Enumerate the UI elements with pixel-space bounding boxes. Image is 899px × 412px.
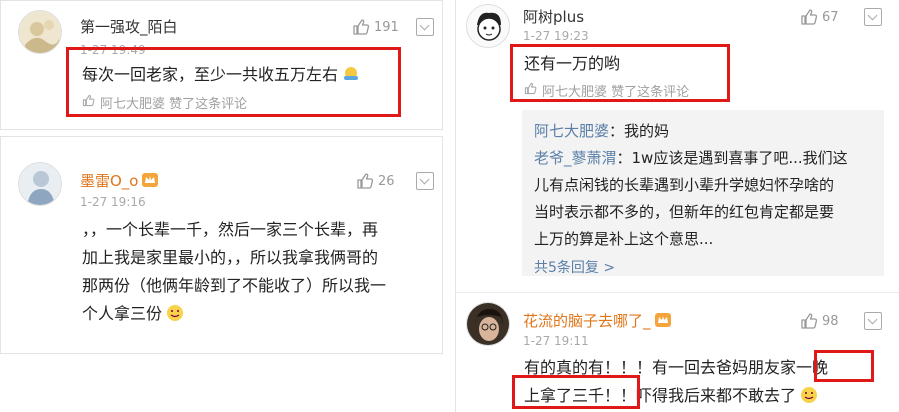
comment-username[interactable]: 墨雷O_o — [80, 170, 159, 191]
smile-emoji-icon — [166, 303, 184, 321]
avatar[interactable] — [18, 162, 62, 206]
comment-time: 1-27 19:16 — [80, 195, 146, 209]
thumbs-up-icon — [800, 312, 818, 330]
reply-item: 老爷_蓼萧渭：1w应该是遇到喜事了吧...我们这 — [534, 149, 848, 167]
emoji-icon — [342, 64, 360, 82]
comment-text: 还有一万的哟 — [524, 54, 621, 73]
comment-username[interactable]: 第一强攻_陌白 — [80, 16, 178, 37]
expand-menu-icon[interactable] — [864, 312, 882, 330]
thumbs-up-icon — [82, 94, 95, 111]
like-button[interactable]: 26 — [356, 172, 395, 190]
thumbs-up-icon — [524, 82, 537, 99]
thumbs-up-icon — [352, 18, 370, 36]
avatar[interactable] — [18, 10, 62, 54]
like-count: 191 — [374, 19, 399, 35]
reply-text-line: 当时表示都不多的，但新年的红包肯定都是要 — [534, 203, 835, 221]
liked-by-note: 阿七大肥婆 赞了这条评论 — [524, 81, 689, 100]
expand-menu-icon[interactable] — [864, 8, 882, 26]
thumbs-up-icon — [800, 8, 818, 26]
like-count: 67 — [822, 9, 839, 25]
reply-text-line: 儿有点闲钱的长辈遇到小辈升学媳妇怀孕啥的 — [534, 176, 835, 194]
avatar[interactable] — [466, 4, 510, 48]
comment-text: ，，一个长辈一千，然后一家三个长辈，再 加上我是家里最小的，，所以我拿我俩哥的 … — [82, 220, 387, 323]
reply-text-line: 上万的算是补上这个意思... — [534, 230, 714, 248]
reply-author[interactable]: 老爷_蓼萧渭 — [534, 149, 617, 167]
thumbs-up-icon — [356, 172, 374, 190]
reply-item: 阿七大肥婆：我的妈 — [534, 122, 670, 140]
comment-text: 每次一回老家，至少一共收五万左右 — [82, 61, 360, 89]
like-button[interactable]: 98 — [800, 312, 839, 330]
expand-menu-icon[interactable] — [416, 172, 434, 190]
liked-by-note: 阿七大肥婆 赞了这条评论 — [82, 93, 247, 112]
avatar[interactable] — [466, 302, 510, 346]
smile-emoji-icon — [800, 385, 818, 403]
vip-crown-icon — [142, 173, 159, 187]
like-count: 98 — [822, 313, 839, 329]
comment-time: 1-27 19:23 — [523, 29, 589, 43]
like-button[interactable]: 67 — [800, 8, 839, 26]
expand-menu-icon[interactable] — [416, 18, 434, 36]
comment-username[interactable]: 阿树plus — [523, 6, 584, 27]
vip-crown-icon — [654, 313, 671, 327]
comment-text: 有的真的有！！！有一回去爸妈朋友家一晚 上拿了三千！！吓得我后来都不敢去了 — [524, 358, 829, 405]
reply-thread: 阿七大肥婆：我的妈 老爷_蓼萧渭：1w应该是遇到喜事了吧...我们这 儿有点闲钱… — [522, 110, 884, 276]
comment-time: 1-27 19:49 — [80, 43, 146, 57]
comment-username[interactable]: 花流的脑子去哪了_ — [523, 310, 671, 331]
like-button[interactable]: 191 — [352, 18, 399, 36]
reply-author[interactable]: 阿七大肥婆 — [534, 122, 609, 140]
like-count: 26 — [378, 173, 395, 189]
more-replies-link[interactable]: 共5条回复 > — [534, 257, 872, 277]
comment-time: 1-27 19:11 — [523, 334, 589, 348]
divider — [455, 292, 899, 293]
